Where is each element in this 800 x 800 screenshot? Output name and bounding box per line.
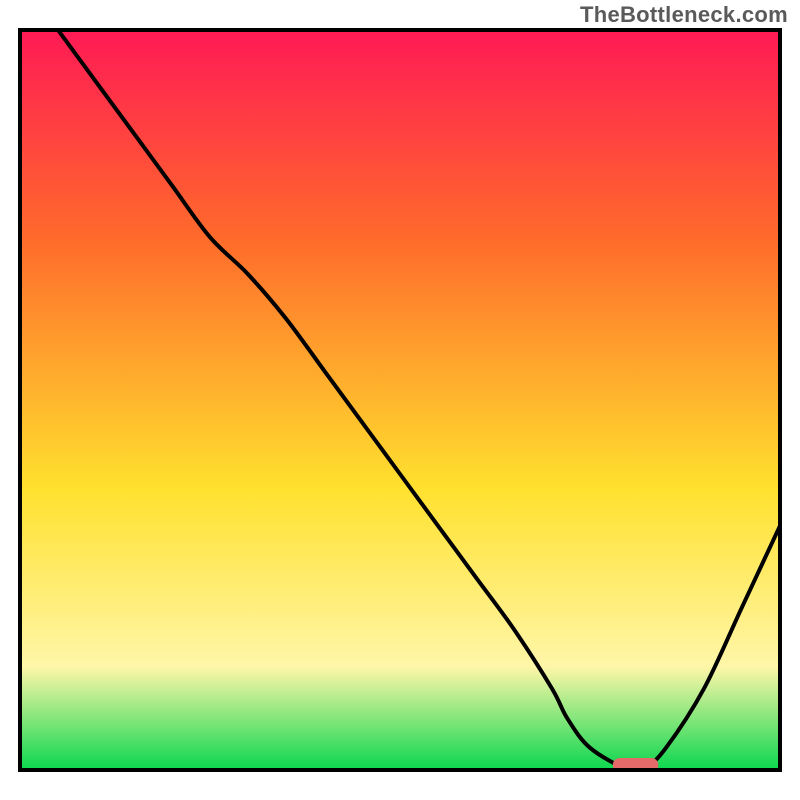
bottleneck-chart-svg <box>0 0 800 800</box>
chart-host: TheBottleneck.com <box>0 0 800 800</box>
plot-background <box>20 30 780 770</box>
watermark-text: TheBottleneck.com <box>580 2 788 28</box>
